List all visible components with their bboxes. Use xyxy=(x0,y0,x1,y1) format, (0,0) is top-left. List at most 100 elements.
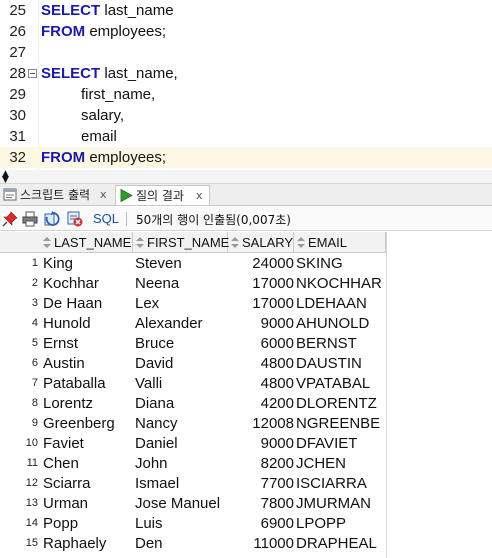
code-line[interactable]: 26 FROM employees; xyxy=(0,21,492,42)
cell-last-name[interactable]: Austin xyxy=(43,354,85,374)
cell-last-name[interactable]: Hunold xyxy=(43,314,91,334)
cell-salary[interactable]: 12008 xyxy=(228,414,294,434)
cell-salary[interactable]: 17000 xyxy=(228,274,294,294)
table-row[interactable]: 11 Chen John 8200 JCHEN xyxy=(0,454,492,474)
cell-salary[interactable]: 4800 xyxy=(228,354,294,374)
cell-last-name[interactable]: De Haan xyxy=(43,294,102,314)
result-grid[interactable]: LAST_NAME FIRST_NAME SALARY EMAIL 1 King S… xyxy=(0,232,492,558)
table-row[interactable]: 3 De Haan Lex 17000 LDEHAAN xyxy=(0,294,492,314)
cell-salary[interactable]: 9000 xyxy=(228,434,294,454)
close-tab-icon[interactable]: x xyxy=(100,185,107,205)
cell-last-name[interactable]: Raphaely xyxy=(43,534,106,554)
fold-collapse-icon[interactable] xyxy=(28,69,37,78)
cell-last-name[interactable]: Urman xyxy=(43,494,88,514)
cell-first-name[interactable]: Daniel xyxy=(135,434,178,454)
cell-first-name[interactable]: Steven xyxy=(135,254,182,274)
sort-icon[interactable] xyxy=(231,237,239,248)
sql-editor[interactable]: 25 SELECT last_name 26 FROM employees; 2… xyxy=(0,0,492,170)
code-line[interactable]: 27 xyxy=(0,42,492,63)
cell-last-name[interactable]: Sciarra xyxy=(43,474,91,494)
splitter-arrows-icon[interactable]: ▲ ▼ xyxy=(2,170,9,185)
cell-last-name[interactable]: Kochhar xyxy=(43,274,99,294)
column-header-first-name[interactable]: FIRST_NAME xyxy=(133,232,229,253)
cell-first-name[interactable]: Lex xyxy=(135,294,159,314)
table-row[interactable]: 12 Sciarra Ismael 7700 ISCIARRA xyxy=(0,474,492,494)
cell-email[interactable]: DAUSTIN xyxy=(296,354,362,374)
cell-last-name[interactable]: Pataballa xyxy=(43,374,106,394)
cell-first-name[interactable]: Alexander xyxy=(135,314,203,334)
cell-last-name[interactable]: Chen xyxy=(43,454,79,474)
cell-first-name[interactable]: John xyxy=(135,454,168,474)
tab-script-output[interactable]: 스크립트 출력 x xyxy=(0,185,114,205)
cell-first-name[interactable]: Nancy xyxy=(135,414,178,434)
cell-first-name[interactable]: Diana xyxy=(135,394,174,414)
sql-button[interactable]: SQL xyxy=(93,211,119,226)
cell-email[interactable]: ISCIARRA xyxy=(296,474,367,494)
column-header-salary[interactable]: SALARY xyxy=(228,232,294,253)
cell-email[interactable]: BERNST xyxy=(296,334,357,354)
cell-email[interactable]: JMURMAN xyxy=(296,494,371,514)
cell-salary[interactable]: 17000 xyxy=(228,294,294,314)
table-row[interactable]: 2 Kochhar Neena 17000 NKOCHHAR xyxy=(0,274,492,294)
cell-first-name[interactable]: Valli xyxy=(135,374,162,394)
cell-last-name[interactable]: Popp xyxy=(43,514,78,534)
cell-salary[interactable]: 11000 xyxy=(228,534,294,554)
cell-last-name[interactable]: Faviet xyxy=(43,434,84,454)
cell-last-name[interactable]: Greenberg xyxy=(43,414,115,434)
cell-salary[interactable]: 4200 xyxy=(228,394,294,414)
cell-first-name[interactable]: Den xyxy=(135,534,163,554)
cell-email[interactable]: JCHEN xyxy=(296,454,346,474)
table-row[interactable]: 13 Urman Jose Manuel 7800 JMURMAN xyxy=(0,494,492,514)
cell-email[interactable]: LDEHAAN xyxy=(296,294,367,314)
table-row[interactable]: 1 King Steven 24000 SKING xyxy=(0,254,492,274)
print-icon[interactable] xyxy=(22,211,38,227)
code-line[interactable]: 30 salary, xyxy=(0,105,492,126)
cell-last-name[interactable]: Lorentz xyxy=(43,394,93,414)
pin-icon[interactable] xyxy=(2,211,18,227)
column-header-last-name[interactable]: LAST_NAME xyxy=(40,232,133,253)
cell-email[interactable]: VPATABAL xyxy=(296,374,370,394)
cell-salary[interactable]: 8200 xyxy=(228,454,294,474)
close-tab-icon[interactable]: x xyxy=(196,186,203,206)
table-row[interactable]: 14 Popp Luis 6900 LPOPP xyxy=(0,514,492,534)
cell-salary[interactable]: 4800 xyxy=(228,374,294,394)
cell-email[interactable]: NGREENBE xyxy=(296,414,380,434)
cell-email[interactable]: AHUNOLD xyxy=(296,314,369,334)
table-row[interactable]: 7 Pataballa Valli 4800 VPATABAL xyxy=(0,374,492,394)
table-row[interactable]: 9 Greenberg Nancy 12008 NGREENBE xyxy=(0,414,492,434)
cell-email[interactable]: DFAVIET xyxy=(296,434,357,454)
cell-salary[interactable]: 7700 xyxy=(228,474,294,494)
code-line-current[interactable]: 32 FROM employees; xyxy=(0,147,492,168)
cell-first-name[interactable]: Neena xyxy=(135,274,179,294)
cell-last-name[interactable]: Ernst xyxy=(43,334,78,354)
cell-first-name[interactable]: Ismael xyxy=(135,474,179,494)
tab-query-result[interactable]: 질의 결과 x xyxy=(115,185,210,205)
cell-email[interactable]: LPOPP xyxy=(296,514,346,534)
table-row[interactable]: 15 Raphaely Den 11000 DRAPHEAL xyxy=(0,534,492,554)
cell-first-name[interactable]: David xyxy=(135,354,173,374)
sort-icon[interactable] xyxy=(43,237,51,248)
code-line[interactable]: 25 SELECT last_name xyxy=(0,0,492,21)
cell-email[interactable]: SKING xyxy=(296,254,343,274)
cell-first-name[interactable]: Bruce xyxy=(135,334,174,354)
sort-icon[interactable] xyxy=(136,237,144,248)
cell-salary[interactable]: 24000 xyxy=(228,254,294,274)
cell-email[interactable]: DLORENTZ xyxy=(296,394,377,414)
table-row[interactable]: 4 Hunold Alexander 9000 AHUNOLD xyxy=(0,314,492,334)
sort-icon[interactable] xyxy=(297,237,305,248)
panel-splitter[interactable]: ▲ ▼ xyxy=(0,170,492,185)
table-row[interactable]: 8 Lorentz Diana 4200 DLORENTZ xyxy=(0,394,492,414)
table-row[interactable]: 10 Faviet Daniel 9000 DFAVIET xyxy=(0,434,492,454)
cell-salary[interactable]: 9000 xyxy=(228,314,294,334)
cell-email[interactable]: DRAPHEAL xyxy=(296,534,377,554)
cell-email[interactable]: NKOCHHAR xyxy=(296,274,382,294)
cell-salary[interactable]: 6900 xyxy=(228,514,294,534)
cell-first-name[interactable]: Jose Manuel xyxy=(135,494,220,514)
cell-first-name[interactable]: Luis xyxy=(135,514,163,534)
code-line[interactable]: 28 SELECT last_name, xyxy=(0,63,492,84)
code-line[interactable]: 31 email xyxy=(0,126,492,147)
refresh-icon[interactable] xyxy=(44,211,60,227)
cell-salary[interactable]: 6000 xyxy=(228,334,294,354)
cell-salary[interactable]: 7800 xyxy=(228,494,294,514)
cell-last-name[interactable]: King xyxy=(43,254,73,274)
